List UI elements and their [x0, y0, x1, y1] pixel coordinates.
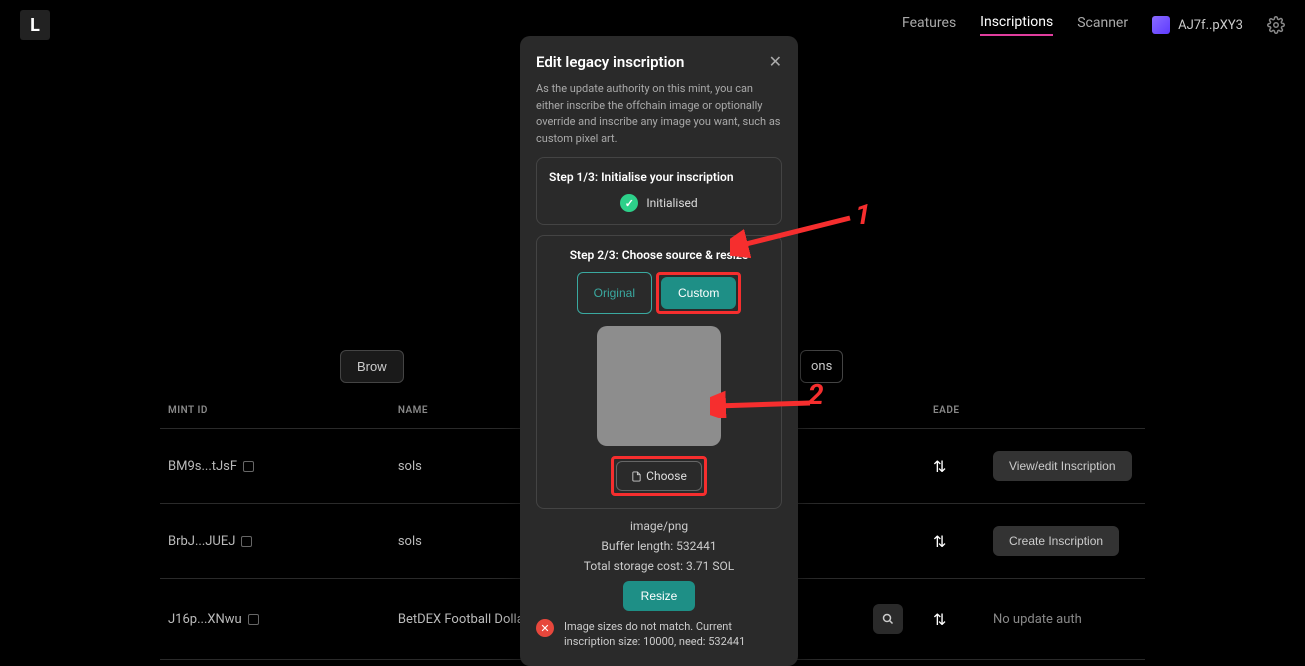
- annotation-highlight-1: Custom: [656, 272, 741, 314]
- swap-icon[interactable]: ⇅: [933, 610, 951, 629]
- view-edit-button[interactable]: View/edit Inscription: [993, 451, 1132, 481]
- step-1-box: Step 1/3: Initialise your inscription In…: [536, 157, 782, 225]
- modal-title: Edit legacy inscription: [536, 53, 684, 71]
- image-preview: [597, 326, 721, 446]
- step-2-title: Step 2/3: Choose source & resize: [549, 248, 769, 262]
- error-row: Image sizes do not match. Current inscri…: [536, 619, 782, 650]
- annotation-highlight-2: Choose: [611, 456, 707, 496]
- mimetype-label: image/png: [536, 519, 782, 533]
- choose-file-button[interactable]: Choose: [616, 461, 702, 491]
- col-mint: MINT ID: [160, 393, 390, 429]
- annotation-number-1: 1: [855, 198, 871, 231]
- tab-original[interactable]: Original: [577, 272, 652, 314]
- avatar: [1152, 16, 1170, 34]
- mint-id[interactable]: BrbJ...JUEJ: [168, 534, 235, 549]
- cost-label: Total storage cost: 3.71 SOL: [536, 559, 782, 573]
- col-trade: EADE: [925, 393, 985, 429]
- error-message: Image sizes do not match. Current inscri…: [564, 619, 782, 650]
- create-inscription-button[interactable]: Create Inscription: [993, 526, 1119, 556]
- tab-custom[interactable]: Custom: [661, 277, 736, 309]
- edit-inscription-modal: Edit legacy inscription ✕ As the update …: [520, 36, 798, 666]
- mint-id[interactable]: J16p...XNwu: [168, 612, 242, 627]
- user-chip[interactable]: AJ7f..pXY3: [1152, 16, 1243, 34]
- copy-icon[interactable]: [241, 536, 252, 547]
- step-1-title: Step 1/3: Initialise your inscription: [549, 170, 769, 184]
- modal-description: As the update authority on this mint, yo…: [536, 81, 782, 147]
- check-icon: [620, 194, 638, 212]
- copy-icon[interactable]: [248, 614, 259, 625]
- resize-button[interactable]: Resize: [623, 581, 696, 611]
- top-nav: Features Inscriptions Scanner AJ7f..pXY3: [902, 14, 1285, 36]
- browse-button[interactable]: Brow: [340, 350, 404, 383]
- close-icon[interactable]: ✕: [769, 52, 782, 71]
- search-button[interactable]: [873, 604, 903, 634]
- no-auth-label: No update auth: [993, 612, 1082, 627]
- step-1-status: Initialised: [646, 196, 697, 210]
- logo[interactable]: L: [20, 10, 50, 40]
- buffer-label: Buffer length: 532441: [536, 539, 782, 553]
- nav-scanner[interactable]: Scanner: [1077, 15, 1128, 35]
- swap-icon[interactable]: ⇅: [933, 457, 951, 476]
- choose-label: Choose: [646, 469, 687, 483]
- step-2-box: Step 2/3: Choose source & resize Origina…: [536, 235, 782, 509]
- gear-icon[interactable]: [1267, 16, 1285, 34]
- file-icon: [631, 471, 642, 482]
- nav-inscriptions[interactable]: Inscriptions: [980, 14, 1053, 36]
- user-address: AJ7f..pXY3: [1178, 18, 1243, 33]
- swap-icon[interactable]: ⇅: [933, 532, 951, 551]
- copy-icon[interactable]: [243, 461, 254, 472]
- partial-button[interactable]: ons: [800, 350, 843, 383]
- mint-id[interactable]: BM9s...tJsF: [168, 459, 237, 474]
- error-icon: [536, 619, 554, 637]
- nav-features[interactable]: Features: [902, 15, 956, 35]
